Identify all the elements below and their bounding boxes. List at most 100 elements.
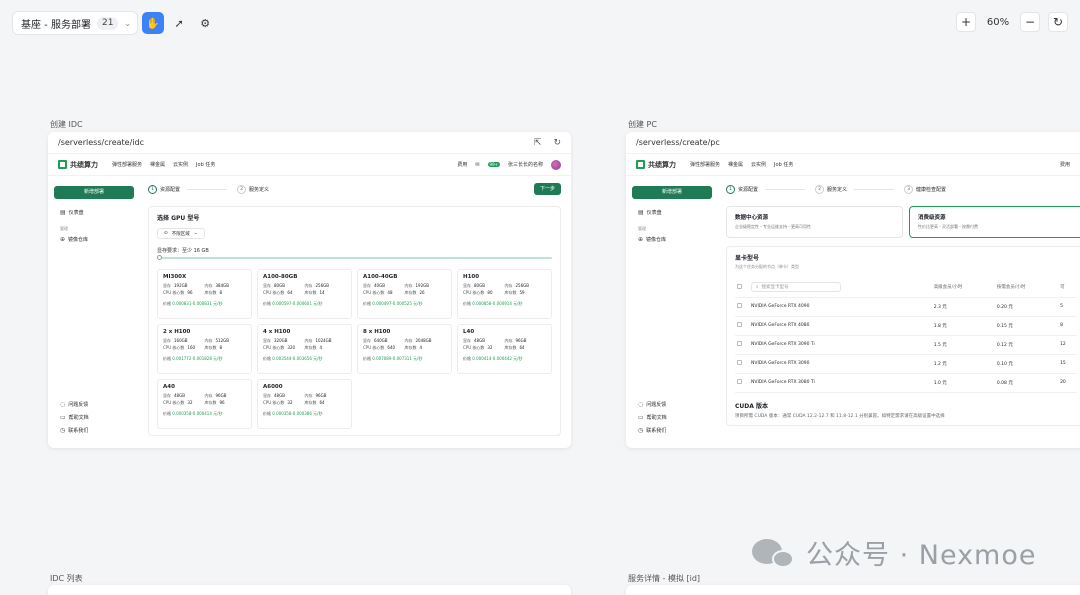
gpu-card[interactable]: H100 显存 80GB 内存 256GB CPU 核心数 80 库存数 59 价格 0.0008…: [457, 269, 552, 319]
vram-value: 80GB: [274, 283, 285, 288]
location-icon: ⊙: [164, 231, 168, 236]
refresh-button[interactable]: ↻: [1048, 12, 1068, 32]
frame-create-idc[interactable]: /serverless/create/idc ⇱ ↻ 共绩算力 弹性部署服务 裸…: [48, 132, 571, 448]
canvas-toolbar: 基座 - 服务部署 21 ⌄ ✋ ➚ ⚙: [12, 11, 216, 35]
dashboard-icon: ▤: [60, 209, 66, 216]
gpu-card[interactable]: MI300X 显存 192GB 内存 384GB CPU 核心数 96 库存数 8 价格 0.00…: [157, 269, 252, 319]
sidebar-item-feedback[interactable]: ◌ 问题反馈: [60, 401, 128, 408]
sidebar-item-dashboard[interactable]: ▤ 仪表盘: [60, 209, 128, 216]
frame-create-pc[interactable]: /serverless/create/pc 共绩算力 弹性部署服务 裸金属 云实…: [626, 132, 1080, 448]
select-tool-button[interactable]: ➚: [168, 12, 190, 34]
stock-label: 库存数: [404, 290, 417, 295]
gpu-card[interactable]: A40 显存 48GB 内存 96GB CPU 核心数 32 库存数 96 价格 0.000358…: [157, 379, 252, 429]
gpu-card[interactable]: 4 x H100 显存 320GB 内存 1024GB CPU 核心数 320 库存数 4 价格 …: [257, 324, 352, 374]
row-checkbox[interactable]: [737, 322, 742, 327]
gpu-name: MI300X: [163, 274, 187, 280]
nav-item[interactable]: 云实例: [173, 161, 188, 168]
table-row[interactable]: NVIDIA GeForce RTX 3090 1.2 元 0.10 元 15: [735, 354, 1077, 374]
step-1[interactable]: 1 资源配置: [726, 184, 806, 194]
mem-label: 内存: [204, 338, 213, 343]
stock-value: 14: [319, 290, 325, 295]
next-step-button[interactable]: 下一步: [533, 183, 561, 195]
mem-value: 96GB: [515, 338, 527, 343]
project-selector[interactable]: 基座 - 服务部署 21 ⌄: [12, 11, 139, 35]
mem-value: 1024GB: [315, 338, 332, 343]
user-name[interactable]: 张三长长的名称: [508, 161, 543, 168]
new-deploy-button[interactable]: 新增部署: [54, 186, 134, 199]
sidebar-item-contact[interactable]: ◷ 联系我们: [60, 427, 128, 434]
refresh-icon[interactable]: ↻: [553, 138, 561, 148]
table-row[interactable]: NVIDIA GeForce RTX 3090 Ti 1.5 元 0.12 元 12: [735, 335, 1077, 355]
gpu-card[interactable]: A100-40GB 显存 40GB 内存 192GB CPU 核心数 48 库存数 26 价格 0…: [357, 269, 452, 319]
sidebar-item-dashboard[interactable]: ▤ 仪表盘: [638, 209, 706, 216]
stepper: 1 资源配置 2 服务定义 下一步: [148, 182, 561, 196]
open-external-icon[interactable]: ⇱: [534, 138, 542, 148]
app-logo[interactable]: 共绩算力: [58, 160, 98, 170]
choice-consumer[interactable]: 消费级资源 性价比更高・灵活部署・按需付费: [909, 206, 1080, 238]
frame-idc-list[interactable]: [48, 585, 571, 595]
settings-button[interactable]: ⚙: [194, 12, 216, 34]
step-2[interactable]: 2 服务定义: [237, 184, 269, 194]
mem-label: 内存: [304, 393, 313, 398]
table-header-row: ⌕ 搜索显卡型号 高级会员/小时 按需会员/小时 可: [735, 278, 1077, 298]
nav-item[interactable]: Job 任务: [774, 161, 793, 168]
sidebar-item-feedback[interactable]: ◌ 问题反馈: [638, 401, 706, 408]
sidebar-item-docs[interactable]: ▭ 帮助文档: [60, 414, 128, 421]
gpu-search-input[interactable]: ⌕ 搜索显卡型号: [751, 282, 841, 293]
price-ondemand: 0.10 元: [994, 354, 1059, 374]
nav-item[interactable]: 弹性部署服务: [112, 161, 142, 168]
hand-tool-button[interactable]: ✋: [142, 12, 165, 34]
fee-link[interactable]: 费用: [457, 161, 467, 168]
sidebar-item-docs[interactable]: ▭ 帮助文档: [638, 414, 706, 421]
select-all-checkbox[interactable]: [737, 283, 742, 289]
price-premium: 2.3 元: [931, 297, 995, 317]
memory-slider[interactable]: [157, 255, 552, 260]
avatar[interactable]: [551, 159, 561, 170]
price-value: 0.000358-0.000414 元/秒: [172, 411, 223, 416]
main-content: 1 资源配置 2 服务定义 下一步 选择 GPU 型号 ⊙ 不限区域 ⌄ 显存要求：至少…: [140, 176, 571, 448]
row-checkbox[interactable]: [737, 303, 742, 308]
project-name: 基座 - 服务部署: [21, 19, 91, 31]
doc-icon: ▭: [60, 414, 66, 421]
nav-item[interactable]: 云实例: [751, 161, 766, 168]
stock-label: 库存数: [304, 345, 317, 350]
row-checkbox[interactable]: [737, 360, 742, 365]
message-icon[interactable]: ✉: [475, 162, 479, 168]
gpu-name: H100: [463, 274, 480, 280]
logo-icon: [58, 160, 67, 169]
gpu-card[interactable]: A100-80GB 显存 80GB 内存 256GB CPU 核心数 64 库存数 14 价格 0…: [257, 269, 352, 319]
vram-label: 显存: [363, 283, 371, 288]
stock-label: 库存数: [304, 290, 317, 295]
gpu-card[interactable]: 2 x H100 显存 160GB 内存 512GB CPU 核心数 160 库存数 8 价格 0…: [157, 324, 252, 374]
vram-value: 320GB: [274, 338, 288, 343]
sidebar-item-images[interactable]: ⊕ 镜像仓库: [638, 236, 706, 243]
table-row[interactable]: NVIDIA GeForce RTX 3080 Ti 1.0 元 0.08 元 20: [735, 373, 1077, 393]
table-row[interactable]: NVIDIA GeForce RTX 4080 1.8 元 0.15 元8: [735, 316, 1077, 336]
gpu-card[interactable]: A6000 显存 48GB 内存 96GB CPU 核心数 32 库存数 64 价格 0.0003…: [257, 379, 352, 429]
sidebar-item-contact[interactable]: ◷ 联系我们: [638, 427, 706, 434]
choice-datacenter[interactable]: 数据中心资源 企业级稳定性・专业运维支持・更高可用性: [726, 206, 903, 238]
region-select[interactable]: ⊙ 不限区域 ⌄: [157, 228, 205, 239]
stock-value: 8: [219, 290, 223, 295]
zoom-out-button[interactable]: −: [1020, 12, 1040, 32]
slider-handle[interactable]: [157, 255, 162, 260]
nav-item[interactable]: Job 任务: [196, 161, 215, 168]
sidebar-item-images[interactable]: ⊕ 镜像仓库: [60, 236, 128, 243]
app-logo[interactable]: 共绩算力: [636, 160, 676, 170]
table-row[interactable]: NVIDIA GeForce RTX 4090 2.3 元 0.20 元5: [735, 297, 1077, 317]
row-checkbox[interactable]: [737, 379, 742, 384]
row-checkbox[interactable]: [737, 341, 742, 346]
nav-item[interactable]: 弹性部署服务: [690, 161, 720, 168]
step-2[interactable]: 2 服务定义: [815, 184, 895, 194]
new-deploy-button[interactable]: 新增部署: [632, 186, 712, 199]
nav-item[interactable]: 裸金属: [728, 161, 743, 168]
step-3[interactable]: 3 健康检查配置: [904, 184, 946, 194]
gpu-card[interactable]: L40 显存 48GB 内存 96GB CPU 核心数 32 库存数 64 价格 0.000414…: [457, 324, 552, 374]
step-1[interactable]: 1 资源配置: [148, 184, 228, 194]
stock-label: 库存数: [204, 345, 217, 350]
fee-link[interactable]: 费用: [1060, 161, 1070, 168]
gpu-card[interactable]: 8 x H100 显存 640GB 内存 2048GB CPU 核心数 640 库存数 4 价格 …: [357, 324, 452, 374]
frame-detail[interactable]: [626, 585, 1080, 595]
zoom-in-button[interactable]: +: [956, 12, 976, 32]
nav-item[interactable]: 裸金属: [150, 161, 165, 168]
